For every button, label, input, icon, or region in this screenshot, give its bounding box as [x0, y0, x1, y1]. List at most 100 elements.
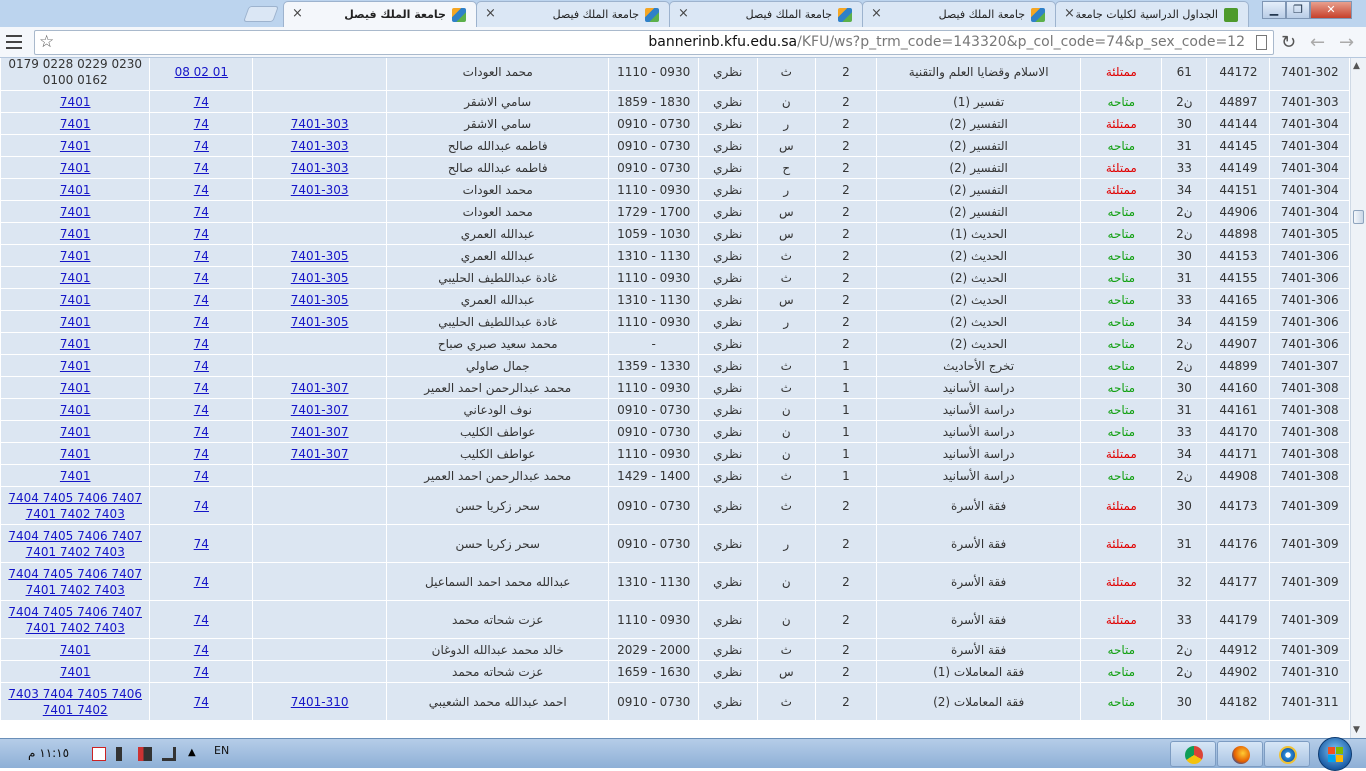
college-code-link[interactable]: 74 — [150, 377, 253, 398]
college-code-link[interactable]: 74 — [150, 683, 253, 720]
college-code-link[interactable]: 74 — [150, 311, 253, 332]
prerequisite-link[interactable]: 7401-305 — [253, 245, 387, 266]
college-code-link[interactable]: 74 — [150, 245, 253, 266]
sections-link[interactable]: 7404 7405 7406 7407 7401 7402 7403 — [1, 487, 150, 524]
prerequisite-link[interactable]: 7401-307 — [253, 421, 387, 442]
sections-link[interactable]: 7403 7404 7405 7406 7401 7402 — [1, 683, 150, 720]
tab-1[interactable]: جامعة الملك فيصل × — [283, 1, 477, 28]
tab-5[interactable]: الجداول الدراسية لكليات جامعة × — [1055, 1, 1249, 27]
college-code-link[interactable]: 74 — [150, 563, 253, 600]
sections-link[interactable]: 7401 — [1, 157, 150, 178]
sections-link[interactable]: 7401 — [1, 377, 150, 398]
college-code-link[interactable]: 74 — [150, 661, 253, 682]
sections-link[interactable]: 7401 — [1, 661, 150, 682]
scroll-thumb[interactable] — [1353, 210, 1364, 224]
college-code-link[interactable]: 74 — [150, 639, 253, 660]
college-code-link[interactable]: 74 — [150, 91, 253, 112]
sections-link[interactable]: 7401 — [1, 91, 150, 112]
back-icon[interactable]: ← — [1310, 32, 1325, 53]
college-code-link[interactable]: 74 — [150, 179, 253, 200]
sections-link[interactable]: 7401 — [1, 113, 150, 134]
college-code-link[interactable]: 74 — [150, 421, 253, 442]
menu-icon[interactable] — [6, 35, 22, 49]
ie-taskbar-button[interactable] — [1264, 741, 1310, 767]
show-hidden-icons-icon[interactable]: ▲ — [188, 747, 202, 761]
prerequisite-link[interactable]: 7401-310 — [253, 683, 387, 720]
course-title-cell: تخرج الأحاديث — [876, 355, 1081, 376]
sections-link[interactable]: 7401 — [1, 179, 150, 200]
prerequisite-link[interactable]: 7401-305 — [253, 267, 387, 288]
signal-bars-icon[interactable] — [162, 747, 176, 761]
minimize-button[interactable]: ▁ — [1262, 1, 1286, 19]
sections-link[interactable]: 7401 — [1, 443, 150, 464]
close-tab-icon[interactable]: × — [871, 6, 882, 21]
forward-icon[interactable]: → — [1339, 32, 1354, 53]
sections-link[interactable]: 7401 — [1, 639, 150, 660]
sections-link[interactable]: 7401 — [1, 399, 150, 420]
firefox-taskbar-button[interactable] — [1217, 741, 1263, 767]
clock[interactable]: ١١:١٥ م — [28, 746, 69, 760]
college-code-link[interactable]: 74 — [150, 465, 253, 486]
sections-link[interactable]: 7401 — [1, 201, 150, 222]
college-code-link[interactable]: 74 — [150, 113, 253, 134]
maximize-button[interactable]: ❐ — [1286, 1, 1310, 19]
start-button[interactable] — [1318, 737, 1352, 771]
close-tab-icon[interactable]: × — [485, 6, 496, 21]
prerequisite-link[interactable]: 7401-305 — [253, 311, 387, 332]
college-code-link[interactable]: 74 — [150, 135, 253, 156]
scroll-up-icon[interactable]: ▲ — [1353, 61, 1360, 71]
college-code-link[interactable]: 74 — [150, 601, 253, 638]
prerequisite-link[interactable]: 7401-307 — [253, 399, 387, 420]
tab-3[interactable]: جامعة الملك فيصل × — [669, 1, 863, 27]
close-tab-icon[interactable]: × — [678, 6, 689, 21]
bookmark-star-icon[interactable]: ☆ — [39, 32, 54, 52]
sections-link[interactable]: 7401 — [1, 333, 150, 354]
sections-link[interactable]: 7401 — [1, 135, 150, 156]
tab-2[interactable]: جامعة الملك فيصل × — [476, 1, 670, 27]
sections-link[interactable]: 7401 — [1, 267, 150, 288]
close-tab-icon[interactable]: × — [292, 6, 303, 21]
volume-icon[interactable] — [116, 747, 124, 761]
address-bar[interactable]: ☆ bannerinb.kfu.edu.sa/KFU/ws?p_trm_code… — [34, 30, 1274, 55]
sections-link[interactable]: 7401 — [1, 465, 150, 486]
sections-link[interactable]: 7401 — [1, 421, 150, 442]
prerequisite-link[interactable]: 7401-307 — [253, 443, 387, 464]
college-code-link[interactable]: 74 — [150, 487, 253, 524]
prerequisite-link[interactable]: 7401-305 — [253, 289, 387, 310]
college-code-link[interactable]: 74 — [150, 201, 253, 222]
prerequisite-link[interactable]: 7401-307 — [253, 377, 387, 398]
sections-link[interactable]: 7401 — [1, 223, 150, 244]
sections-link[interactable]: 7401 — [1, 289, 150, 310]
college-code-link[interactable]: 01 02 08 — [150, 58, 253, 90]
college-code-link[interactable]: 74 — [150, 525, 253, 562]
chrome-taskbar-button[interactable] — [1170, 741, 1216, 767]
sections-link[interactable]: 7401 — [1, 311, 150, 332]
sections-link[interactable]: 7404 7405 7406 7407 7401 7402 7403 — [1, 525, 150, 562]
vertical-scrollbar[interactable]: ▲ ▼ — [1350, 58, 1366, 738]
college-code-link[interactable]: 74 — [150, 443, 253, 464]
prerequisite-link[interactable]: 7401-303 — [253, 157, 387, 178]
prerequisite-link[interactable]: 7401-303 — [253, 179, 387, 200]
new-tab-button[interactable] — [243, 6, 279, 22]
close-window-button[interactable]: ✕ — [1310, 1, 1352, 19]
sections-link[interactable]: 7404 7405 7406 7407 7401 7402 7403 — [1, 563, 150, 600]
network-icon[interactable] — [138, 747, 152, 761]
college-code-link[interactable]: 74 — [150, 289, 253, 310]
language-indicator[interactable]: EN — [214, 744, 229, 757]
college-code-link[interactable]: 74 — [150, 333, 253, 354]
sections-link[interactable]: 7401 — [1, 245, 150, 266]
sections-link[interactable]: 7404 7405 7406 7407 7401 7402 7403 — [1, 601, 150, 638]
scroll-down-icon[interactable]: ▼ — [1353, 725, 1360, 735]
close-tab-icon[interactable]: × — [1064, 6, 1075, 21]
college-code-link[interactable]: 74 — [150, 223, 253, 244]
reload-icon[interactable]: ↻ — [1281, 32, 1296, 53]
sections-link[interactable]: 7401 — [1, 355, 150, 376]
tab-4[interactable]: جامعة الملك فيصل × — [862, 1, 1056, 27]
college-code-link[interactable]: 74 — [150, 267, 253, 288]
college-code-link[interactable]: 74 — [150, 355, 253, 376]
prerequisite-link[interactable]: 7401-303 — [253, 135, 387, 156]
security-alert-icon[interactable] — [92, 747, 106, 761]
college-code-link[interactable]: 74 — [150, 157, 253, 178]
college-code-link[interactable]: 74 — [150, 399, 253, 420]
prerequisite-link[interactable]: 7401-303 — [253, 113, 387, 134]
